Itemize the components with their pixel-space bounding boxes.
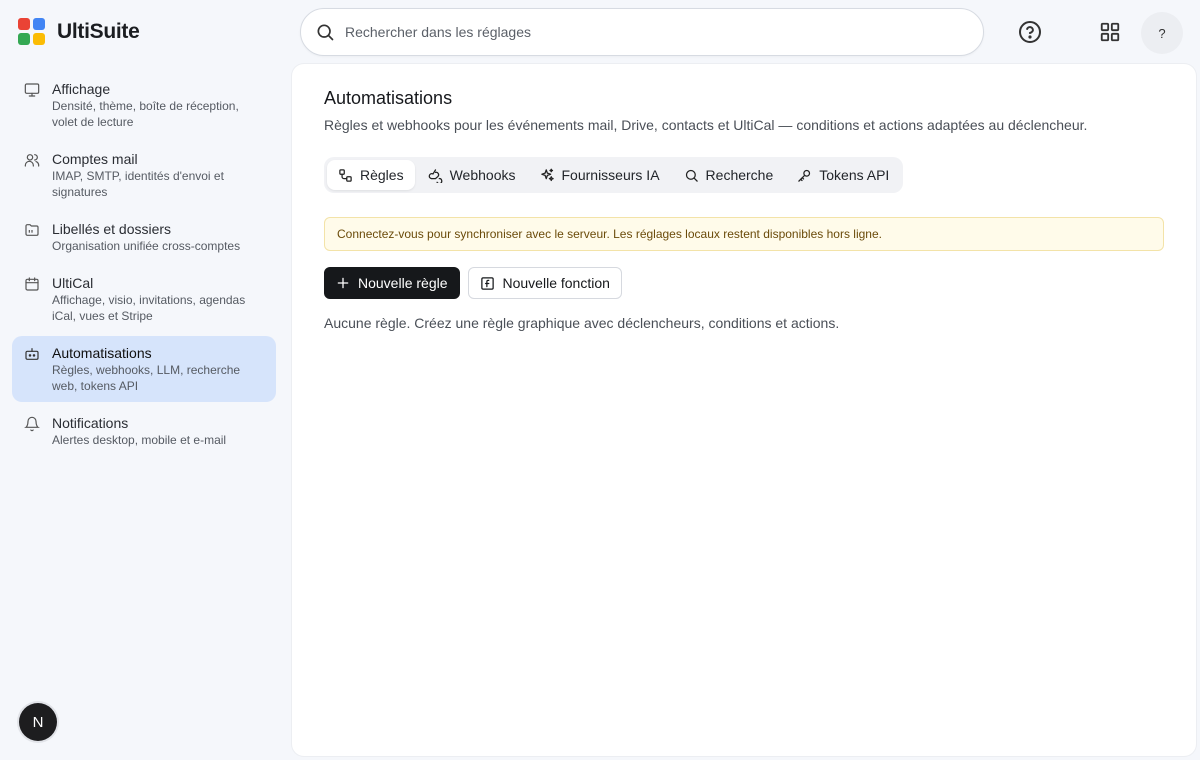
tab-fournisseurs-ia[interactable]: Fournisseurs IA <box>529 160 671 190</box>
key-icon <box>798 169 811 182</box>
tab-regles[interactable]: Règles <box>327 160 415 190</box>
sidebar-item-desc: Règles, webhooks, LLM, recherche web, to… <box>52 363 241 393</box>
search-bar[interactable] <box>300 8 984 56</box>
offline-banner: Connectez-vous pour synchroniser avec le… <box>324 217 1164 251</box>
app-title: UltiSuite <box>57 19 140 43</box>
tab-label: Tokens API <box>819 167 890 183</box>
sidebar-item-libelles[interactable]: Libellés et dossiers Organisation unifié… <box>12 212 276 262</box>
logo-icon <box>18 18 45 45</box>
sidebar-item-automatisations[interactable]: Automatisations Règles, webhooks, LLM, r… <box>12 336 276 402</box>
sidebar-item-notifications[interactable]: Notifications Alertes desktop, mobile et… <box>12 406 276 456</box>
page-subtitle: Règles et webhooks pour les événements m… <box>324 117 1088 133</box>
empty-state-text: Aucune règle. Créez une règle graphique … <box>324 315 840 331</box>
calendar-icon <box>25 277 39 291</box>
new-rule-button[interactable]: Nouvelle règle <box>324 267 460 299</box>
user-avatar[interactable]: N <box>19 703 57 741</box>
sidebar-item-title: Libellés et dossiers <box>52 221 172 237</box>
sidebar: Affichage Densité, thème, boîte de récep… <box>12 72 276 460</box>
new-function-button[interactable]: Nouvelle fonction <box>467 267 622 299</box>
search-icon <box>685 169 698 182</box>
webhook-icon <box>428 168 442 183</box>
function-icon <box>480 276 494 290</box>
account-button[interactable]: ? <box>1141 12 1183 54</box>
sidebar-item-ultical[interactable]: UltiCal Affichage, visio, invitations, a… <box>12 266 276 332</box>
search-icon <box>317 24 334 41</box>
sidebar-item-desc: Affichage, visio, invitations, agendas i… <box>52 293 246 323</box>
new-rule-label: Nouvelle règle <box>358 275 448 291</box>
tab-bar: Règles Webhooks Fournisseurs IA Recherch… <box>324 157 904 193</box>
sidebar-item-affichage[interactable]: Affichage Densité, thème, boîte de récep… <box>12 72 276 138</box>
tab-label: Recherche <box>705 167 774 183</box>
sidebar-item-desc: IMAP, SMTP, identités d'envoi et signatu… <box>52 169 224 199</box>
new-function-label: Nouvelle fonction <box>502 275 610 291</box>
app-logo: UltiSuite <box>18 18 140 45</box>
sidebar-item-title: Notifications <box>52 415 129 431</box>
sidebar-item-title: Automatisations <box>52 345 152 361</box>
monitor-icon <box>24 83 40 97</box>
tab-webhooks[interactable]: Webhooks <box>417 160 527 190</box>
apps-button[interactable] <box>1092 14 1128 50</box>
page-title: Automatisations <box>324 88 453 108</box>
sidebar-item-desc: Densité, thème, boîte de réception, vole… <box>52 99 239 129</box>
sidebar-item-comptes-mail[interactable]: Comptes mail IMAP, SMTP, identités d'env… <box>12 142 276 208</box>
sparkles-icon <box>540 168 554 181</box>
help-button[interactable] <box>1012 14 1048 50</box>
folder-icon <box>25 224 39 236</box>
sidebar-item-desc: Alertes desktop, mobile et e-mail <box>52 433 227 447</box>
rule-actions: Nouvelle règle Nouvelle fonction <box>324 267 1164 299</box>
sidebar-item-title: Comptes mail <box>52 151 138 167</box>
sidebar-item-title: UltiCal <box>52 275 94 291</box>
apps-grid-icon <box>1100 22 1120 42</box>
tab-label: Fournisseurs IA <box>561 167 660 183</box>
bell-icon <box>24 416 40 432</box>
workflow-icon <box>339 168 352 182</box>
sidebar-item-desc: Organisation unifiée cross-comptes <box>52 239 241 253</box>
help-circle-icon <box>1019 21 1041 43</box>
users-icon <box>24 154 40 167</box>
tab-tokens-api[interactable]: Tokens API <box>786 160 900 190</box>
tab-recherche[interactable]: Recherche <box>673 160 785 190</box>
plus-icon <box>337 277 349 289</box>
sidebar-item-title: Affichage <box>52 81 111 97</box>
tab-label: Webhooks <box>449 167 516 183</box>
search-input[interactable] <box>345 24 945 40</box>
settings-panel: Automatisations Règles et webhooks pour … <box>292 64 1196 756</box>
tab-label: Règles <box>360 167 404 183</box>
bot-icon <box>25 348 39 360</box>
